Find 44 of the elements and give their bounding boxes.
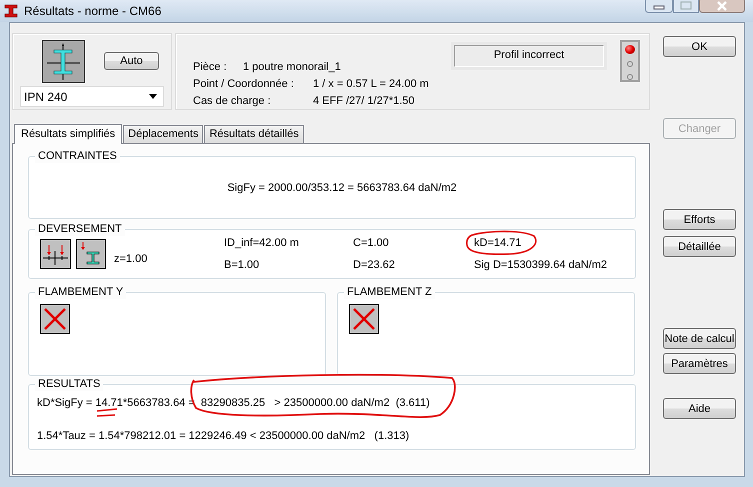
result-line: 1.54*Tauz = 1.54*798212.01 = 1229246.49 < 23500000.00 daN/m2 (1.313) — [37, 429, 410, 443]
section-dropdown[interactable]: IPN 240 — [20, 86, 164, 107]
underline-mark — [96, 408, 118, 417]
group-title: FLAMBEMENT Y — [38, 286, 124, 298]
value-text: z=1.00 — [114, 253, 148, 265]
tab[interactable]: Résultats détaillés — [204, 125, 304, 143]
field-label: Pièce : — [193, 60, 228, 74]
i-beam-icon[interactable] — [42, 40, 85, 83]
value-text: C=1.00 — [353, 236, 390, 250]
value-text: ID_inf=42.00 m — [224, 236, 300, 250]
value-text: B=1.00 — [224, 258, 260, 272]
group-title: CONTRAINTES — [38, 150, 117, 162]
stress-formula: SigFy = 2000.00/353.12 = 5663783.64 daN/m2 — [227, 182, 457, 194]
field-value: 1 / x = 0.57 L = 24.00 m — [313, 77, 429, 91]
app-icon — [4, 4, 18, 18]
value-text: kD=14.71 — [474, 236, 522, 250]
field-label: Point / Coordonnée : — [193, 77, 295, 91]
tab[interactable]: Déplacements — [123, 125, 204, 143]
group-title: FLAMBEMENT Z — [347, 286, 432, 298]
window-title: Résultats - norme - CM66 — [24, 4, 162, 18]
cross-icon[interactable] — [40, 304, 70, 334]
dialog-button[interactable]: Aide — [663, 398, 736, 419]
dialog-button[interactable]: Détaillée — [663, 236, 736, 257]
dialog-button[interactable]: Paramètres — [663, 353, 736, 374]
close-icon[interactable] — [699, 0, 745, 13]
value-text: Sig D=1530399.64 daN/m2 — [474, 258, 608, 272]
caret-icon[interactable] — [149, 94, 157, 99]
auto-button[interactable]: Auto — [104, 52, 159, 70]
load-beam-icon[interactable] — [40, 239, 71, 269]
dialog-button[interactable]: Note de calcul — [663, 328, 736, 349]
minimize-icon[interactable] — [645, 0, 673, 13]
group-title: RESULTATS — [38, 378, 100, 390]
maximize-icon — [673, 0, 699, 13]
value-text: D=23.62 — [353, 258, 396, 272]
group-title: DEVERSEMENT — [38, 223, 122, 235]
status-field: Profil incorrect — [454, 45, 604, 67]
field-value: 4 EFF /27/ 1/27*1.50 — [313, 94, 416, 108]
field-value: 1 poutre monorail_1 — [243, 60, 342, 74]
i-beam-icon[interactable] — [76, 239, 106, 269]
cross-icon[interactable] — [349, 304, 379, 334]
field-label: Cas de charge : — [193, 94, 272, 108]
dialog-button[interactable]: Efforts — [663, 209, 736, 230]
dialog-button[interactable]: OK — [663, 36, 736, 57]
tab[interactable]: Résultats simplifiés — [14, 124, 122, 144]
